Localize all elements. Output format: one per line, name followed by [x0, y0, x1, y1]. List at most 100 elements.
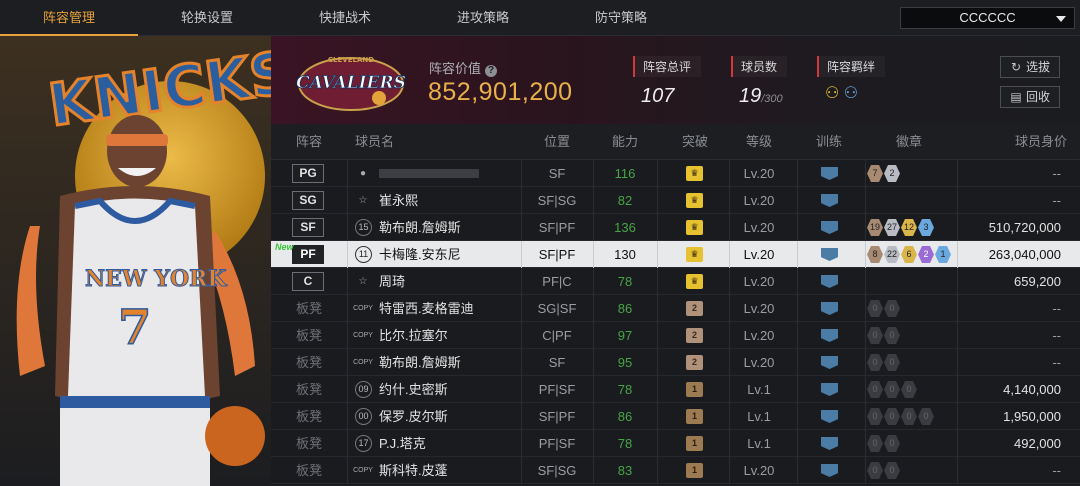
- divider: [657, 214, 658, 241]
- player-name[interactable]: 崔永熙: [379, 187, 418, 214]
- badge-gem: 0: [901, 381, 917, 398]
- training-shield-icon[interactable]: [821, 221, 838, 234]
- divider: [347, 241, 348, 268]
- chemistry-icon[interactable]: ⚇ ⚇: [825, 83, 885, 103]
- stat-overall: 阵容总评 107: [633, 56, 702, 108]
- training-shield-icon[interactable]: [821, 329, 838, 342]
- player-position: SF|SG: [537, 193, 577, 208]
- copy-icon: COPY: [353, 359, 373, 366]
- table-row[interactable]: 板凳 COPY 比尔.拉塞尔 C|PF 97 2 Lv.20 0 0 --: [271, 322, 1080, 349]
- slot-badge[interactable]: SG: [292, 191, 324, 210]
- chevron-down-icon: [1056, 16, 1066, 22]
- training-shield-icon[interactable]: [821, 437, 838, 450]
- player-price: 4,140,000: [1003, 382, 1061, 397]
- slot-badge[interactable]: C: [292, 272, 324, 291]
- training-shield-icon[interactable]: [821, 383, 838, 396]
- divider: [865, 241, 866, 268]
- player-position: SF|PF: [538, 409, 576, 424]
- divider: [657, 268, 658, 295]
- tab-offense-strategy[interactable]: 进攻策略: [414, 0, 552, 36]
- training-shield-icon[interactable]: [821, 194, 838, 207]
- player-name[interactable]: 保罗.皮尔斯: [379, 403, 448, 430]
- divider: [865, 160, 866, 187]
- player-position: C|PF: [542, 328, 572, 343]
- tab-rotation-settings[interactable]: 轮换设置: [138, 0, 276, 36]
- training-shield-icon[interactable]: [821, 275, 838, 288]
- player-ability: 130: [614, 247, 636, 262]
- table-row[interactable]: SF 15 勒布朗.詹姆斯 SF|PF 136 ♛ Lv.20 19 27 12 3 510,720,…: [271, 214, 1080, 241]
- player-name[interactable]: 斯科特.皮蓬: [379, 457, 448, 484]
- player-level: Lv.20: [743, 355, 775, 370]
- player-price: --: [1052, 463, 1061, 478]
- tab-defense-strategy[interactable]: 防守策略: [552, 0, 690, 36]
- recycle-button[interactable]: ▤ 回收: [1000, 86, 1060, 108]
- player-name[interactable]: P.J.塔克: [379, 430, 426, 457]
- badge-gem: 0: [867, 354, 883, 371]
- player-name[interactable]: 卡梅隆.安东尼: [379, 241, 461, 268]
- player-name[interactable]: 周琦: [379, 268, 405, 295]
- table-row[interactable]: PG ● SF 116 ♛ Lv.20 7 2 --: [271, 160, 1080, 187]
- jersey-number-badge: 09: [355, 381, 372, 398]
- training-shield-icon[interactable]: [821, 302, 838, 315]
- player-price: --: [1052, 166, 1061, 181]
- breakthrough-crown-icon: 1: [686, 436, 703, 451]
- divider: [657, 430, 658, 457]
- stat-chemistry: 阵容羁绊 ⚇ ⚇: [817, 56, 886, 103]
- tab-quick-tactics[interactable]: 快捷战术: [276, 0, 414, 36]
- player-position: SF|SG: [537, 463, 577, 478]
- training-shield-icon[interactable]: [821, 356, 838, 369]
- divider: [865, 295, 866, 322]
- badge-gem: 22: [884, 246, 900, 263]
- badge-gem: 6: [901, 246, 917, 263]
- divider: [657, 457, 658, 484]
- table-row[interactable]: PF New 11 卡梅隆.安东尼 SF|PF 130 ♛ Lv.20 8 22 6 2 1 263,04…: [271, 241, 1080, 268]
- breakthrough-crown-icon: 2: [686, 301, 703, 316]
- help-icon[interactable]: ?: [485, 65, 498, 77]
- tab-lineup-management[interactable]: 阵容管理: [0, 0, 138, 36]
- player-name[interactable]: 勒布朗.詹姆斯: [379, 214, 461, 241]
- jersey-number: 7: [118, 300, 151, 356]
- player-price: 1,950,000: [1003, 409, 1061, 424]
- player-ability: 97: [617, 328, 633, 343]
- table-row[interactable]: 板凳 17 P.J.塔克 PF|SF 78 1 Lv.1 0 0 492,000: [271, 430, 1080, 457]
- player-price: 492,000: [1014, 436, 1061, 451]
- table-row[interactable]: 板凳 09 约什.史密斯 PF|SF 78 1 Lv.1 0 0 0 4,140,000: [271, 376, 1080, 403]
- jersey-number-badge: 17: [355, 435, 372, 452]
- badge-gem: 0: [867, 462, 883, 479]
- breakthrough-crown-icon: ♛: [686, 274, 703, 289]
- training-shield-icon[interactable]: [821, 464, 838, 477]
- player-name[interactable]: 勒布朗.詹姆斯: [379, 349, 461, 376]
- pick-button[interactable]: ↻ 选拔: [1000, 56, 1060, 78]
- badge-gem: 0: [901, 408, 917, 425]
- training-shield-icon[interactable]: [821, 248, 838, 261]
- player-name[interactable]: 特雷西.麦格雷迪: [379, 295, 474, 322]
- slot-badge[interactable]: PG: [292, 164, 324, 183]
- player-name[interactable]: 比尔.拉塞尔: [379, 322, 448, 349]
- top-tab-bar: 阵容管理 轮换设置 快捷战术 进攻策略 防守策略 CCCCCC: [0, 0, 1080, 36]
- divider: [657, 349, 658, 376]
- training-shield-icon[interactable]: [821, 167, 838, 180]
- badge-gem: 0: [867, 408, 883, 425]
- slot-badge[interactable]: SF: [292, 218, 324, 237]
- divider: [657, 241, 658, 268]
- team-select[interactable]: CCCCCC: [900, 7, 1075, 29]
- col-ability: 能力: [611, 134, 638, 149]
- table-row[interactable]: 板凳 COPY 特雷西.麦格雷迪 SG|SF 86 2 Lv.20 0 0 --: [271, 295, 1080, 322]
- lineup-summary-header: CLEVELAND CAVALIERS 阵容价值? 852,901,200 阵容…: [271, 36, 1080, 124]
- table-row[interactable]: C ☆ 周琦 PF|C 78 ♛ Lv.20 659,200: [271, 268, 1080, 295]
- divider: [797, 457, 798, 484]
- table-row[interactable]: 板凳 00 保罗.皮尔斯 SF|PF 86 1 Lv.1 0 0 0 0 1,950,000: [271, 403, 1080, 430]
- player-price: --: [1052, 301, 1061, 316]
- table-row[interactable]: SG ☆ 崔永熙 SF|SG 82 ♛ Lv.20 --: [271, 187, 1080, 214]
- divider: [865, 430, 866, 457]
- breakthrough-crown-icon: 2: [686, 355, 703, 370]
- table-row[interactable]: 板凳 COPY 斯科特.皮蓬 SF|SG 83 1 Lv.20 0 0 --: [271, 457, 1080, 484]
- badge-gem: 3: [918, 219, 934, 236]
- table-row[interactable]: 板凳 COPY 勒布朗.詹姆斯 SF 95 2 Lv.20 0 0 --: [271, 349, 1080, 376]
- player-level: Lv.20: [743, 301, 775, 316]
- player-ability: 82: [617, 193, 633, 208]
- player-name[interactable]: 约什.史密斯: [379, 376, 448, 403]
- slot-badge[interactable]: PF: [292, 245, 324, 264]
- player-position: SG|SF: [537, 301, 577, 316]
- training-shield-icon[interactable]: [821, 410, 838, 423]
